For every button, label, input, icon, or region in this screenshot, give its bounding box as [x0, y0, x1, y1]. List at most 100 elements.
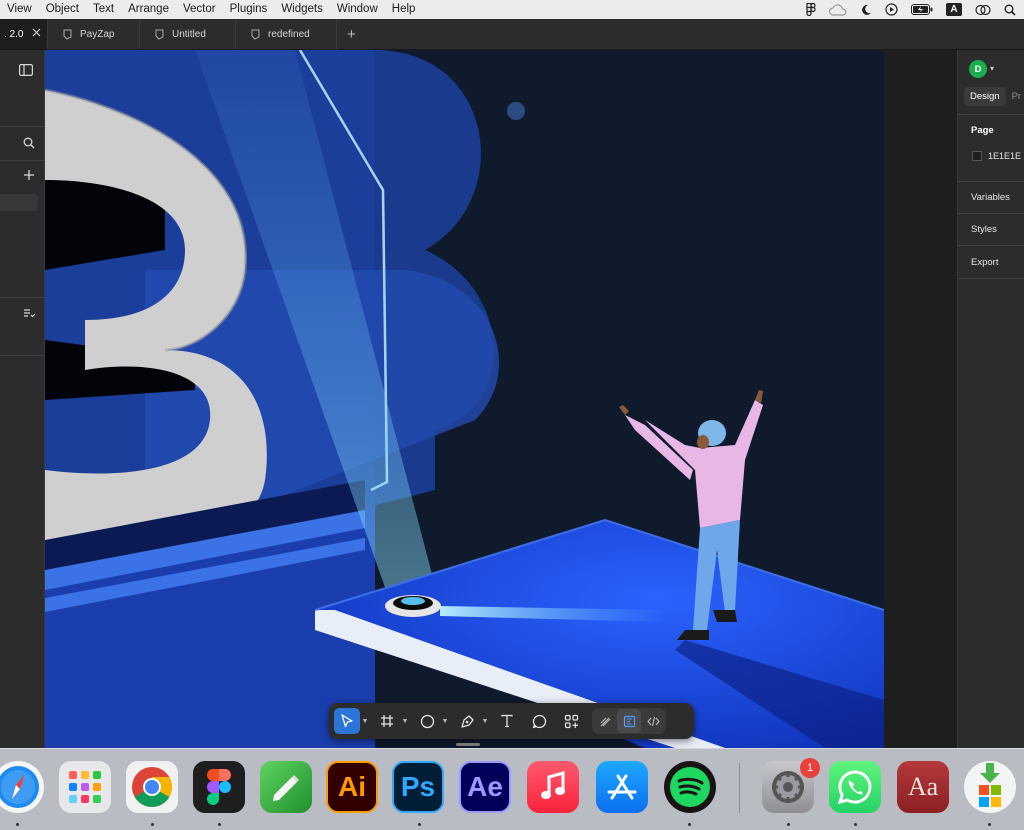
- menu-arrange[interactable]: Arrange: [121, 0, 176, 19]
- menu-vector[interactable]: Vector: [176, 0, 223, 19]
- tab-label: Untitled: [172, 28, 206, 40]
- moon-icon[interactable]: [860, 4, 872, 16]
- input-source-indicator[interactable]: A: [946, 3, 962, 16]
- dock-app-spotify[interactable]: [664, 761, 716, 813]
- dock-app-app-store[interactable]: [596, 761, 648, 813]
- left-panel: [0, 50, 45, 748]
- divider: [958, 213, 1024, 214]
- dock-app-music[interactable]: [527, 761, 579, 813]
- menu-help[interactable]: Help: [385, 0, 423, 19]
- chrome-icon: [132, 767, 172, 807]
- layers-list-icon[interactable]: [21, 306, 37, 322]
- screen-mirroring-icon[interactable]: [975, 4, 991, 16]
- chevron-down-icon[interactable]: ▼: [360, 708, 370, 734]
- search-icon[interactable]: [21, 135, 37, 151]
- app-store-icon: [607, 774, 637, 800]
- dock-app-launchpad[interactable]: [59, 761, 111, 813]
- bottom-drag-handle[interactable]: [456, 743, 480, 746]
- music-note-icon: [541, 771, 565, 799]
- styles-section[interactable]: Styles: [971, 224, 997, 235]
- divider: [958, 278, 1024, 279]
- dock-app-figma[interactable]: [193, 761, 245, 813]
- comment-tool-icon[interactable]: [526, 708, 552, 734]
- figma-icon: [207, 769, 231, 805]
- dock-app-illustrator[interactable]: Ai: [326, 761, 378, 813]
- app-label: Aa: [907, 772, 939, 801]
- tab-payzap[interactable]: PayZap: [48, 19, 140, 49]
- chevron-down-icon[interactable]: ▼: [400, 708, 410, 734]
- play-icon[interactable]: [885, 3, 898, 16]
- grid-icon: [69, 771, 101, 803]
- menu-object[interactable]: Object: [39, 0, 86, 19]
- divider: [0, 126, 44, 127]
- divider: [958, 114, 1024, 115]
- dock-app-pencil[interactable]: [260, 761, 312, 813]
- dev-mode-icon[interactable]: [641, 709, 665, 733]
- spotify-icon: [670, 767, 710, 807]
- draw-mode-icon[interactable]: [593, 709, 617, 733]
- frame-tool-icon[interactable]: [374, 708, 400, 734]
- move-tool-icon[interactable]: [334, 708, 360, 734]
- dock-app-photoshop[interactable]: Ps: [392, 761, 444, 813]
- bottom-toolbar: ▼ ▼ ▼ ▼: [329, 703, 694, 739]
- running-indicator: [854, 823, 857, 826]
- new-tab-button[interactable]: +: [337, 19, 366, 49]
- dock-app-after-effects[interactable]: Ae: [459, 761, 511, 813]
- avatar[interactable]: D: [969, 60, 987, 78]
- tab-active-label: . 2.0: [4, 28, 24, 40]
- tab-label: PayZap: [80, 28, 115, 40]
- divider: [0, 160, 44, 161]
- app-label: Ae: [467, 771, 503, 802]
- menu-window[interactable]: Window: [330, 0, 385, 19]
- running-indicator: [16, 823, 19, 826]
- artwork-frame[interactable]: [45, 50, 884, 748]
- chevron-down-icon[interactable]: ▼: [440, 708, 450, 734]
- running-indicator: [688, 823, 691, 826]
- dock-app-safari[interactable]: [0, 761, 44, 813]
- divider: [958, 181, 1024, 182]
- search-icon[interactable]: [1004, 4, 1016, 16]
- tab-design[interactable]: Design: [964, 87, 1006, 106]
- close-icon[interactable]: [32, 28, 41, 40]
- menu-widgets[interactable]: Widgets: [274, 0, 330, 19]
- running-indicator: [418, 823, 421, 826]
- tab-prototype[interactable]: Pr: [1012, 87, 1024, 106]
- tab-active-file[interactable]: . 2.0: [0, 19, 48, 49]
- divider: [0, 297, 44, 298]
- tab-redefined[interactable]: redefined: [236, 19, 337, 49]
- whatsapp-icon: [837, 770, 872, 805]
- pencil-icon: [273, 775, 299, 801]
- actions-tool-icon[interactable]: [558, 708, 584, 734]
- dock-app-dictionary[interactable]: Aa: [897, 761, 949, 813]
- canvas[interactable]: [45, 50, 957, 748]
- tab-label: redefined: [268, 28, 310, 40]
- design-mode-icon[interactable]: [617, 709, 641, 733]
- chevron-down-icon[interactable]: ▾: [990, 64, 994, 73]
- figma-menu-icon[interactable]: [806, 3, 816, 16]
- page-color-field[interactable]: 1E1E1E: [972, 151, 1021, 161]
- battery-icon[interactable]: [911, 4, 933, 15]
- notification-badge: 1: [800, 758, 820, 778]
- cloud-icon[interactable]: [829, 3, 847, 16]
- dock-app-chrome[interactable]: [126, 761, 178, 813]
- page-list-item[interactable]: [0, 194, 38, 211]
- color-swatch[interactable]: [972, 151, 982, 161]
- variables-section[interactable]: Variables: [971, 192, 1010, 203]
- menu-view[interactable]: View: [0, 0, 39, 19]
- chevron-down-icon[interactable]: ▼: [480, 708, 490, 734]
- sidebar-toggle-icon[interactable]: [18, 62, 34, 78]
- add-page-icon[interactable]: [21, 167, 37, 183]
- tab-untitled[interactable]: Untitled: [140, 19, 236, 49]
- running-indicator: [151, 823, 154, 826]
- page-color-value[interactable]: 1E1E1E: [988, 151, 1021, 161]
- menu-plugins[interactable]: Plugins: [223, 0, 275, 19]
- pen-tool-icon[interactable]: [454, 708, 480, 734]
- running-indicator: [787, 823, 790, 826]
- menu-text[interactable]: Text: [86, 0, 121, 19]
- dock-app-whatsapp[interactable]: [829, 761, 881, 813]
- export-section[interactable]: Export: [971, 257, 998, 268]
- dock-app-installer[interactable]: [964, 761, 1016, 813]
- text-tool-icon[interactable]: [494, 708, 520, 734]
- panel-tabs: Design Pr: [964, 87, 1024, 106]
- shape-tool-icon[interactable]: [414, 708, 440, 734]
